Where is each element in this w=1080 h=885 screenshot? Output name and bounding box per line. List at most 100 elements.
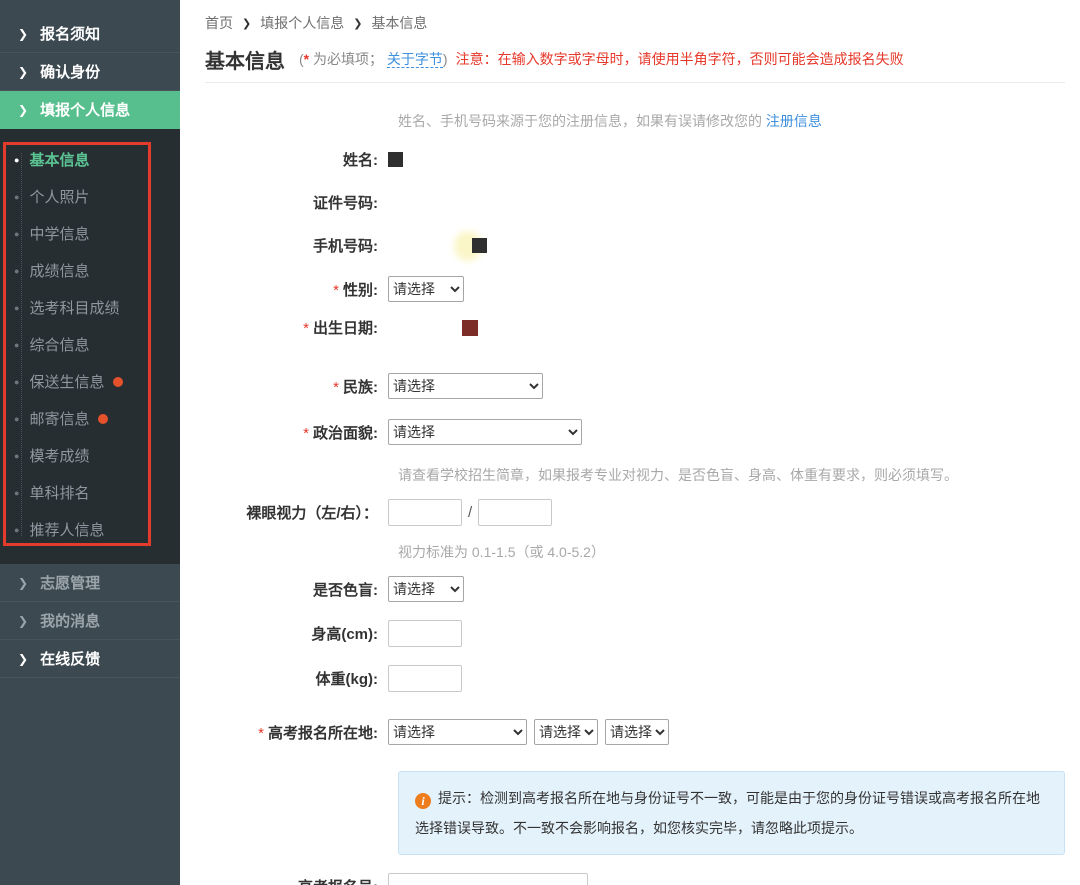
ethnicity-label: *民族: <box>205 376 388 397</box>
submenu-item-comprehensive-info[interactable]: ● 综合信息 <box>0 326 180 363</box>
ethnicity-row: *民族: 请选择 <box>205 373 1065 399</box>
gaokao-location-label-text: 高考报名所在地: <box>268 725 378 742</box>
gaokao-location-label: *高考报名所在地: <box>205 722 388 743</box>
vision-left-input[interactable] <box>388 499 462 526</box>
bullet-icon: ● <box>14 155 19 165</box>
vision-label: 裸眼视力（左/右）： <box>205 502 388 523</box>
page-header: 基本信息 (* 为必填项； 关于字节) 注意：在输入数字或字母时，请使用半角字符… <box>205 42 1065 76</box>
gaokao-number-label: 高考报名号: <box>205 876 388 885</box>
registration-info-link[interactable]: 注册信息 <box>766 113 822 129</box>
weight-input[interactable] <box>388 665 462 692</box>
name-row: 姓名: <box>205 149 1065 170</box>
birth-date-redacted-value <box>462 320 478 336</box>
sidebar-top-group: ❯ 报名须知 ❯ 确认身份 ❯ 填报个人信息 <box>0 0 180 129</box>
height-row: 身高(cm): <box>205 620 1065 647</box>
sidebar-item-personal-info[interactable]: ❯ 填报个人信息 <box>0 91 180 129</box>
chevron-right-icon: ❯ <box>242 17 251 30</box>
location-mismatch-tip-text: 提示：检测到高考报名所在地与身份证号不一致，可能是由于您的身份证号错误或高考报名… <box>415 790 1040 836</box>
breadcrumb-home[interactable]: 首页 <box>205 13 233 33</box>
height-input[interactable] <box>388 620 462 647</box>
sidebar-item-label: 我的消息 <box>40 610 100 631</box>
politics-label: *政治面貌: <box>205 422 388 443</box>
basic-info-form: 姓名、手机号码来源于您的注册信息，如果有误请修改您的 注册信息 姓名: 证件号码… <box>205 83 1065 885</box>
sidebar-item-online-feedback[interactable]: ❯ 在线反馈 <box>0 640 180 678</box>
bullet-icon: ● <box>14 525 19 535</box>
required-note-close: ) <box>443 51 448 67</box>
submenu-item-photo[interactable]: ● 个人照片 <box>0 178 180 215</box>
bullet-icon: ● <box>14 414 19 424</box>
sidebar-item-confirm-identity[interactable]: ❯ 确认身份 <box>0 53 180 91</box>
breadcrumb: 首页 ❯ 填报个人信息 ❯ 基本信息 <box>205 12 1065 34</box>
about-bytes-link[interactable]: 关于字节 <box>387 51 443 68</box>
location-mismatch-tip: i提示：检测到高考报名所在地与身份证号不一致，可能是由于您的身份证号错误或高考报… <box>398 771 1065 855</box>
sidebar-item-volunteer-management[interactable]: ❯ 志愿管理 <box>0 564 180 602</box>
vision-section-note: 请查看学校招生简章，如果报考专业对视力、是否色盲、身高、体重有要求，则必须填写。 <box>398 465 1065 485</box>
submenu-item-subject-ranking[interactable]: ● 单科排名 <box>0 474 180 511</box>
ethnicity-select[interactable]: 请选择 <box>388 373 543 399</box>
gaokao-location-row: *高考报名所在地: 请选择 请选择 请选择 <box>205 719 1065 745</box>
required-asterisk: * <box>333 282 339 299</box>
weight-row: 体重(kg): <box>205 665 1065 692</box>
gaokao-number-input[interactable] <box>388 873 588 885</box>
bullet-icon: ● <box>14 303 19 313</box>
submenu-item-basic-info[interactable]: ● 基本信息 <box>0 141 180 178</box>
color-blind-select[interactable]: 请选择 <box>388 576 464 602</box>
gaokao-location-province-select[interactable]: 请选择 <box>388 719 527 745</box>
sidebar-item-label: 确认身份 <box>40 61 100 82</box>
vision-separator: / <box>468 504 472 521</box>
bullet-icon: ● <box>14 340 19 350</box>
submenu-item-score-info[interactable]: ● 成绩信息 <box>0 252 180 289</box>
name-label: 姓名: <box>205 149 388 170</box>
gender-label: *性别: <box>205 279 388 300</box>
sidebar-item-my-messages[interactable]: ❯ 我的消息 <box>0 602 180 640</box>
required-asterisk: * <box>303 320 309 337</box>
chevron-right-icon: ❯ <box>18 103 28 117</box>
halfwidth-warning-text: 注意：在输入数字或字母时，请使用半角字符，否则可能会造成报名失败 <box>456 49 904 69</box>
page-title: 基本信息 <box>205 45 285 74</box>
sidebar-item-signup-notice[interactable]: ❯ 报名须知 <box>0 15 180 53</box>
submenu-item-label: 单科排名 <box>29 482 89 503</box>
name-redacted-value <box>388 152 403 167</box>
id-number-label: 证件号码: <box>205 192 388 213</box>
phone-redacted-wrap <box>460 237 487 255</box>
submenu-item-mock-exam-scores[interactable]: ● 模考成绩 <box>0 437 180 474</box>
submenu-item-school-info[interactable]: ● 中学信息 <box>0 215 180 252</box>
gender-label-text: 性别: <box>343 282 378 299</box>
main-content: 首页 ❯ 填报个人信息 ❯ 基本信息 基本信息 (* 为必填项； 关于字节) 注… <box>180 0 1080 885</box>
registration-notice: 姓名、手机号码来源于您的注册信息，如果有误请修改您的 注册信息 <box>398 111 1065 131</box>
submenu-item-label: 成绩信息 <box>29 260 89 281</box>
submenu-item-recommended-student[interactable]: ● 保送生信息 <box>0 363 180 400</box>
submenu-item-label: 基本信息 <box>29 149 89 170</box>
ethnicity-label-text: 民族: <box>343 379 378 396</box>
gender-row: *性别: 请选择 <box>205 276 1065 302</box>
birth-date-label: *出生日期: <box>205 317 388 338</box>
bullet-icon: ● <box>14 451 19 461</box>
gaokao-location-district-select[interactable]: 请选择 <box>605 719 669 745</box>
submenu-item-mailing-info[interactable]: ● 邮寄信息 <box>0 400 180 437</box>
submenu-item-label: 推荐人信息 <box>29 519 104 540</box>
chevron-right-icon: ❯ <box>18 576 28 590</box>
weight-label: 体重(kg): <box>205 668 388 689</box>
breadcrumb-personal-info[interactable]: 填报个人信息 <box>260 13 344 33</box>
submenu-item-label: 保送生信息 <box>29 371 104 392</box>
gender-select[interactable]: 请选择 <box>388 276 464 302</box>
politics-select[interactable]: 请选择 <box>388 419 582 445</box>
bullet-icon: ● <box>14 266 19 276</box>
registration-notice-text: 姓名、手机号码来源于您的注册信息，如果有误请修改您的 <box>398 113 762 129</box>
bullet-icon: ● <box>14 488 19 498</box>
bullet-icon: ● <box>14 192 19 202</box>
politics-label-text: 政治面貌: <box>313 425 378 442</box>
submenu-item-label: 模考成绩 <box>29 445 89 466</box>
sidebar: ❯ 报名须知 ❯ 确认身份 ❯ 填报个人信息 ● 基本信息 ● 个人照片 ● <box>0 0 180 885</box>
chevron-right-icon: ❯ <box>18 27 28 41</box>
vision-right-input[interactable] <box>478 499 552 526</box>
submenu-item-label: 邮寄信息 <box>29 408 89 429</box>
phone-label: 手机号码: <box>205 235 388 256</box>
phone-row: 手机号码: <box>205 235 1065 256</box>
color-blind-row: 是否色盲: 请选择 <box>205 576 1065 602</box>
required-note-text: 为必填项； <box>313 51 383 67</box>
submenu-item-elective-scores[interactable]: ● 选考科目成绩 <box>0 289 180 326</box>
submenu-item-recommender-info[interactable]: ● 推荐人信息 <box>0 511 180 548</box>
gaokao-location-city-select[interactable]: 请选择 <box>534 719 598 745</box>
required-asterisk: * <box>304 51 309 67</box>
